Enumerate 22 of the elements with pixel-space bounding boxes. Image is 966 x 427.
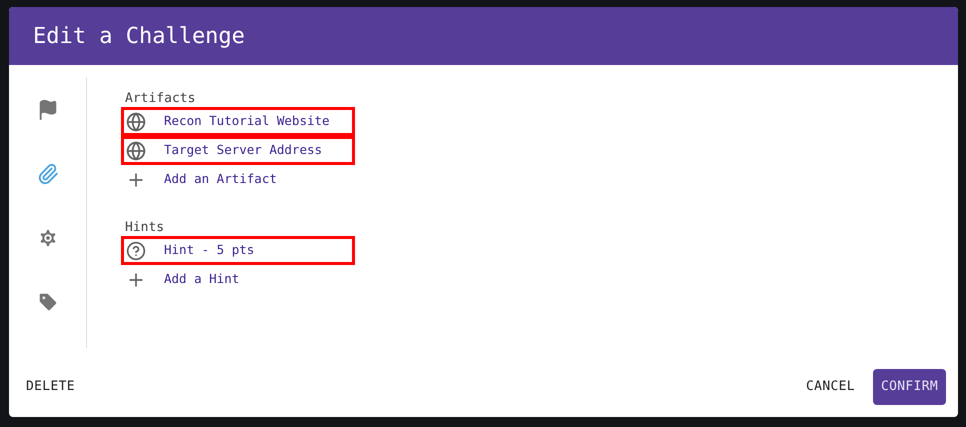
section-heading: Hints <box>125 220 166 236</box>
globe-icon <box>126 112 146 132</box>
item-label: Add an Artifact <box>164 170 277 188</box>
dialog-title: Edit a Challenge <box>33 22 245 50</box>
list-item[interactable]: Add an Artifact <box>121 165 355 194</box>
item-label: Target Server Address <box>164 141 322 160</box>
list-item[interactable]: Recon Tutorial Website <box>121 107 355 136</box>
confirm-button[interactable]: CONFIRM <box>872 369 946 405</box>
item-label: Add a Hint <box>164 270 240 288</box>
item-label: Hint - 5 pts <box>164 241 254 260</box>
delete-button[interactable]: DELETE <box>21 369 80 405</box>
help-icon <box>126 240 146 260</box>
list-item[interactable]: Hint - 5 pts <box>121 236 355 265</box>
paperclip-icon[interactable] <box>36 163 58 185</box>
list-item[interactable]: Add a Hint <box>121 265 355 294</box>
tag-icon[interactable] <box>36 291 58 313</box>
flag-icon[interactable] <box>36 99 58 121</box>
cancel-button[interactable]: CANCEL <box>798 369 863 405</box>
globe-icon <box>126 140 146 160</box>
list-item[interactable]: Target Server Address <box>121 136 355 165</box>
item-label: Recon Tutorial Website <box>164 112 330 130</box>
section-heading: Artifacts <box>125 91 196 107</box>
